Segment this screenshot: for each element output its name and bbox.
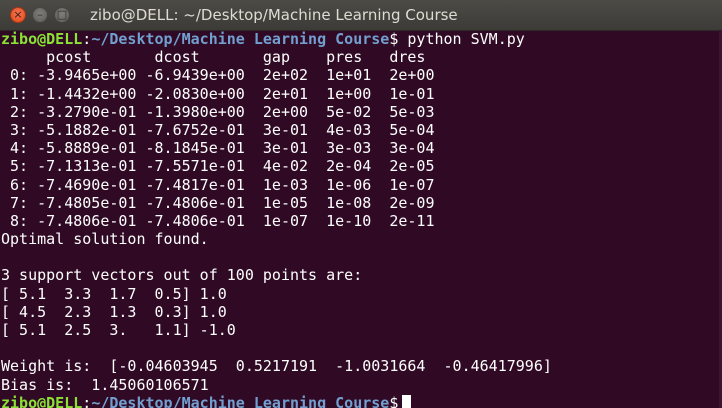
output-line: 3: -5.1882e-01 -7.6752e-01 3e-01 4e-03 5… (1, 120, 435, 139)
minimize-icon: – (37, 8, 43, 21)
output-line: [ 5.1 3.3 1.7 0.5] 1.0 (1, 284, 227, 303)
output-line: 5: -7.1313e-01 -7.5571e-01 4e-02 2e-04 2… (1, 157, 435, 176)
output-line: [ 4.5 2.3 1.3 0.3] 1.0 (1, 302, 227, 321)
text-cursor (402, 394, 412, 408)
output-line: Weight is: [-0.04603945 0.5217191 -1.003… (1, 357, 552, 376)
window-title: zibo@DELL: ~/Desktop/Machine Learning Co… (90, 6, 458, 24)
output-line: Optimal solution found. (1, 230, 209, 249)
close-window-button[interactable]: × (10, 7, 26, 23)
output-line: 4: -5.8889e-01 -8.1845e-01 3e-01 3e-03 3… (1, 139, 435, 158)
output-line: 6: -7.4690e-01 -7.4817e-01 1e-03 1e-06 1… (1, 175, 435, 194)
prompt-dollar: $ (389, 30, 399, 48)
program-output: pcost dcost gap pres dres 0: -3.9465e+00… (0, 48, 722, 394)
minimize-window-button[interactable]: – (32, 7, 48, 23)
command-prompt-line: zibo@DELL:~/Desktop/Machine Learning Cou… (1, 30, 722, 48)
prompt-path: ~/Desktop/Machine Learning Course (91, 30, 390, 48)
output-line: 1: -1.4432e+00 -2.0830e+00 2e+01 1e+00 1… (1, 84, 435, 103)
maximize-icon: □ (56, 8, 68, 21)
output-line: 2: -3.2790e-01 -1.3980e+00 2e+00 5e-02 5… (1, 102, 435, 121)
prompt-separator: : (82, 393, 92, 408)
active-prompt-line[interactable]: zibo@DELL:~/Desktop/Machine Learning Cou… (1, 394, 722, 408)
prompt-dollar: $ (389, 393, 399, 408)
prompt-command: python SVM.py (398, 30, 525, 48)
output-line: 3 support vectors out of 100 points are: (1, 266, 363, 285)
output-line: 0: -3.9465e+00 -6.9439e+00 2e+02 1e+01 2… (1, 66, 435, 85)
output-line: 7: -7.4805e-01 -7.4806e-01 1e-05 1e-08 2… (1, 193, 435, 212)
title-bar[interactable]: × – □ zibo@DELL: ~/Desktop/Machine Learn… (0, 0, 722, 31)
terminal-output[interactable]: zibo@DELL:~/Desktop/Machine Learning Cou… (0, 30, 722, 408)
close-icon: × (13, 8, 23, 21)
prompt-user: zibo@DELL (1, 30, 83, 48)
prompt-user: zibo@DELL (1, 393, 83, 408)
output-line: Bias is: 1.45060106571 (1, 375, 209, 394)
maximize-window-button[interactable]: □ (54, 7, 70, 23)
output-line: [ 5.1 2.5 3. 1.1] -1.0 (1, 321, 236, 339)
prompt-path: ~/Desktop/Machine Learning Course (91, 393, 390, 408)
output-line: 8: -7.4806e-01 -7.4806e-01 1e-07 1e-10 2… (1, 211, 435, 230)
output-line: pcost dcost gap pres dres (1, 48, 426, 67)
terminal-window: × – □ zibo@DELL: ~/Desktop/Machine Learn… (0, 0, 722, 408)
prompt-separator: : (82, 30, 92, 48)
